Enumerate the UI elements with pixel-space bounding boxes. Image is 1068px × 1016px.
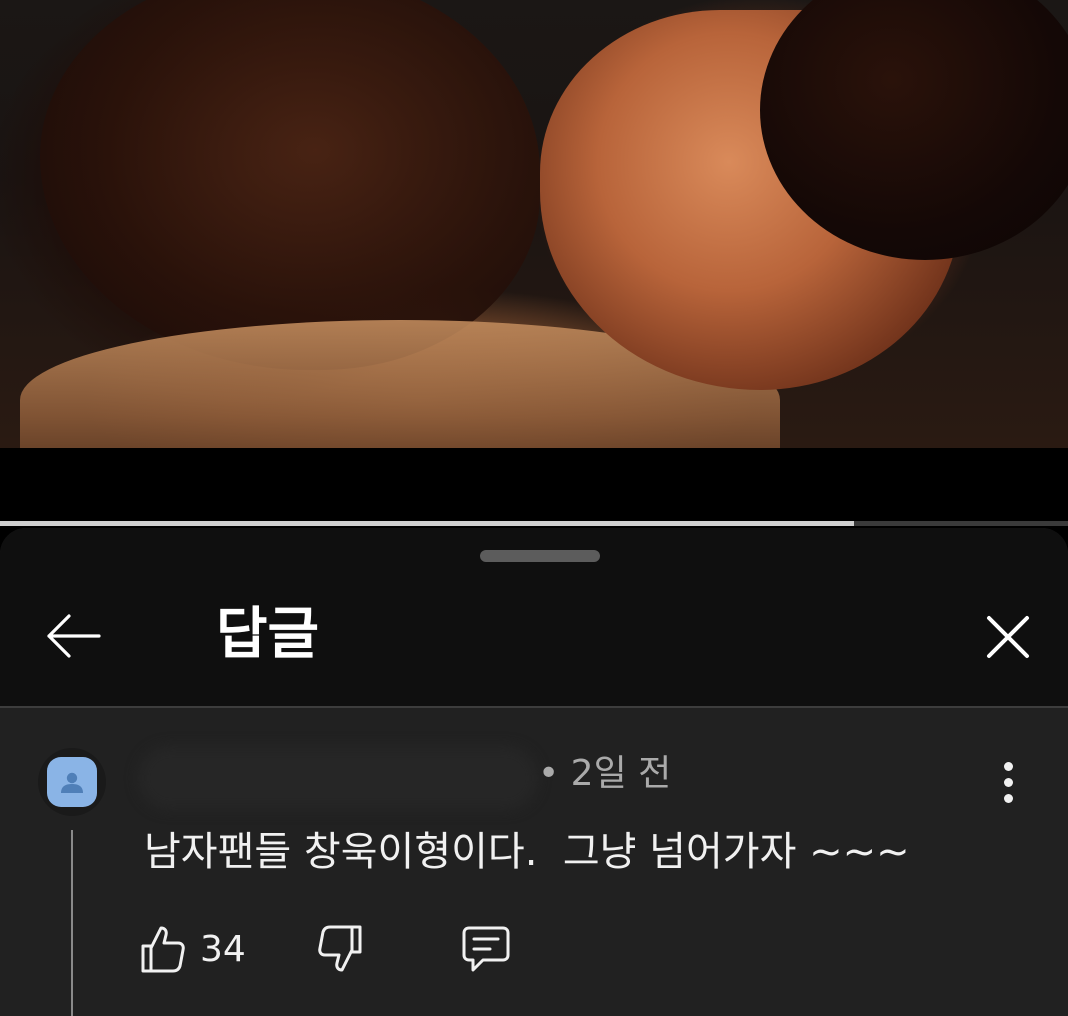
like-count: 34 bbox=[200, 928, 246, 970]
app-root: 답글 • 2일 전 남자팬들 창욱이형이다. 그냥 넘어가자 ~~~ 34 bbox=[0, 0, 1068, 1016]
comment-text: 남자팬들 창욱이형이다. 그냥 넘어가자 ~~~ bbox=[144, 829, 910, 875]
replies-panel: 답글 • 2일 전 남자팬들 창욱이형이다. 그냥 넘어가자 ~~~ 34 bbox=[0, 528, 1068, 1016]
reply-button[interactable] bbox=[458, 918, 514, 980]
comment-actions: 34 bbox=[140, 918, 540, 980]
thumbs-down-icon bbox=[318, 925, 362, 972]
more-vertical-icon bbox=[1003, 761, 1013, 771]
close-icon bbox=[987, 616, 1029, 658]
video-progress-bar[interactable] bbox=[0, 521, 1068, 526]
arrow-left-icon bbox=[47, 614, 101, 658]
replies-panel-header: 답글 bbox=[0, 528, 1068, 708]
more-vertical-icon bbox=[1003, 793, 1013, 803]
avatar[interactable] bbox=[38, 748, 106, 816]
thumbs-up-icon bbox=[141, 926, 185, 973]
comment-timestamp: • 2일 전 bbox=[538, 753, 672, 794]
video-progress-fill bbox=[0, 521, 855, 526]
close-button[interactable] bbox=[975, 604, 1041, 670]
more-vertical-icon bbox=[1003, 777, 1013, 787]
default-user-icon bbox=[47, 757, 97, 807]
dislike-button[interactable] bbox=[312, 918, 368, 980]
video-frame-figure bbox=[40, 0, 540, 370]
header-divider bbox=[0, 706, 1068, 708]
panel-title: 답글 bbox=[216, 602, 320, 667]
more-options-button[interactable] bbox=[986, 760, 1030, 804]
video-letterbox bbox=[0, 448, 1068, 522]
thread-line bbox=[71, 830, 73, 1016]
drag-handle[interactable] bbox=[480, 550, 600, 562]
back-button[interactable] bbox=[38, 606, 108, 666]
username-redacted bbox=[138, 746, 538, 810]
comment-icon bbox=[462, 926, 510, 972]
video-player[interactable] bbox=[0, 0, 1068, 448]
like-button[interactable]: 34 bbox=[140, 918, 246, 980]
